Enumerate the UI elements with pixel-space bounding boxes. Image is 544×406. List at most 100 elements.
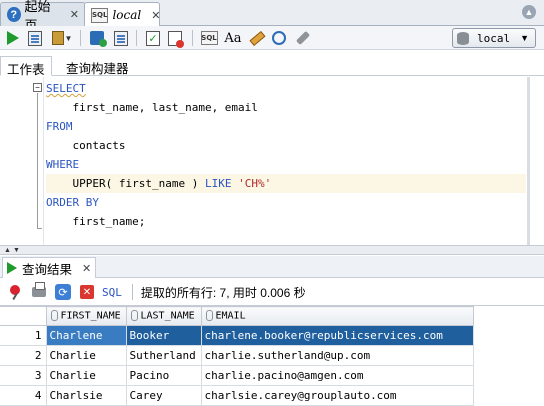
- tab-query-builder[interactable]: 查询构建器: [60, 56, 135, 76]
- connection-value: local: [477, 31, 511, 45]
- fetch-status: 提取的所有行: 7, 用时 0.006 秒: [140, 285, 306, 300]
- editor-scrollbar[interactable]: [527, 77, 530, 245]
- wrench-icon: [295, 30, 311, 46]
- table-row[interactable]: 2 Charlie Sutherland charlie.sutherland@…: [0, 345, 474, 366]
- run-script-button[interactable]: [26, 29, 44, 47]
- cell-last-name[interactable]: Booker: [125, 325, 202, 346]
- pin-icon: [10, 285, 20, 295]
- sql-editor[interactable]: − SELECT first_name, last_name, email FRO…: [0, 77, 544, 245]
- commit-button[interactable]: [88, 29, 107, 47]
- row-number: 2: [0, 345, 47, 366]
- results-toolbar: ⟳ ✕ SQL 提取的所有行: 7, 用时 0.006 秒: [0, 279, 544, 305]
- sort-icon: [130, 310, 138, 322]
- run-statement-button[interactable]: [4, 29, 22, 47]
- column-header-last-name[interactable]: LAST_NAME: [125, 306, 202, 326]
- document-tab-bar: ? 起始页 ✕ SQL local ✕ ▲: [0, 0, 544, 33]
- tab-label: local: [112, 8, 142, 22]
- column-header-label: FIRST_NAME: [60, 310, 121, 322]
- code-line[interactable]: first_name;: [46, 212, 526, 231]
- tune-button[interactable]: [294, 29, 312, 47]
- commit-icon: [90, 31, 107, 47]
- clear-icon: [168, 30, 184, 48]
- cancel-query-button[interactable]: ✕: [78, 283, 96, 301]
- code-line[interactable]: FROM: [46, 117, 526, 136]
- column-header-first-name[interactable]: FIRST_NAME: [45, 306, 127, 326]
- chevron-down-icon: ▼: [64, 33, 73, 43]
- code-line[interactable]: contacts: [46, 136, 526, 155]
- cell-email[interactable]: charlsie.carey@grouplauto.com: [200, 385, 474, 406]
- sort-icon: [205, 310, 213, 322]
- check-icon: ✓: [146, 30, 160, 46]
- code-token: LIKE: [204, 177, 232, 190]
- toolbar-separator: [136, 30, 137, 46]
- close-icon[interactable]: ✕: [82, 262, 91, 275]
- cell-email[interactable]: charlene.booker@republicservices.com: [200, 325, 474, 346]
- cell-email[interactable]: charlie.pacino@amgen.com: [200, 365, 474, 386]
- print-button[interactable]: [30, 282, 48, 301]
- row-number: 4: [0, 385, 47, 406]
- script-icon: [28, 30, 42, 46]
- tab-start-page[interactable]: ? 起始页 ✕: [0, 0, 86, 33]
- autotrace-button[interactable]: ▼: [50, 29, 74, 47]
- fold-guide: [37, 93, 38, 229]
- clear-button[interactable]: [166, 29, 184, 48]
- editor-sub-tabs: 工作表 查询构建器: [0, 56, 544, 77]
- sql-history-button[interactable]: SQL: [200, 29, 218, 47]
- rollback-icon: [114, 30, 128, 46]
- cell-last-name[interactable]: Carey: [125, 385, 202, 406]
- code-token: contacts: [46, 139, 126, 152]
- toolbar-separator: [192, 30, 193, 46]
- fold-guide-end: [37, 228, 42, 229]
- check-syntax-button[interactable]: ✓: [144, 29, 162, 47]
- cancel-icon: ✕: [80, 285, 94, 299]
- table-row[interactable]: 1 Charlene Booker charlene.booker@republ…: [0, 325, 474, 346]
- chevron-down-icon: ▼: [520, 33, 529, 43]
- cell-last-name[interactable]: Pacino: [125, 365, 202, 386]
- worksheet-toolbar: ▼ ✓ SQL Aa local ▼: [0, 26, 544, 50]
- collapse-down-icon[interactable]: ▼: [13, 247, 20, 254]
- column-header-email[interactable]: EMAIL: [200, 306, 474, 326]
- column-header-label: EMAIL: [215, 310, 246, 322]
- cell-email[interactable]: charlie.sutherland@up.com: [200, 345, 474, 366]
- code-line[interactable]: ORDER BY: [46, 193, 526, 212]
- code-line[interactable]: first_name, last_name, email: [46, 98, 526, 117]
- table-row[interactable]: 4 Charlsie Carey charlsie.carey@grouplau…: [0, 385, 474, 406]
- freeze-view-button[interactable]: [6, 283, 24, 301]
- cell-first-name[interactable]: Charlie: [45, 345, 127, 366]
- code-line[interactable]: WHERE: [46, 155, 526, 174]
- close-icon[interactable]: ✕: [151, 9, 160, 22]
- toolbar-separator: [80, 30, 81, 46]
- refresh-button[interactable]: ⟳: [54, 283, 72, 301]
- restore-window-icon[interactable]: ▲: [522, 5, 536, 19]
- code-line[interactable]: UPPER( first_name ) LIKE 'CH%': [46, 174, 526, 193]
- collapse-up-icon[interactable]: ▲: [4, 247, 11, 254]
- eraser-button[interactable]: [248, 29, 266, 47]
- explain-plan-button[interactable]: [270, 29, 288, 47]
- cell-last-name[interactable]: Sutherland: [125, 345, 202, 366]
- tab-query-result[interactable]: 查询结果 ✕: [2, 257, 97, 278]
- tab-local-worksheet[interactable]: SQL local ✕: [84, 2, 160, 27]
- cell-first-name[interactable]: Charlie: [45, 365, 127, 386]
- to-upper-lower-button[interactable]: Aa: [224, 29, 242, 47]
- rollback-button[interactable]: [112, 29, 130, 47]
- tab-label: 查询结果: [22, 262, 73, 277]
- row-number: 3: [0, 365, 47, 386]
- fold-collapse-icon[interactable]: −: [33, 83, 42, 92]
- code-token: 'CH%': [238, 177, 272, 190]
- column-header-label: LAST_NAME: [140, 310, 195, 322]
- connection-select[interactable]: local ▼: [452, 28, 536, 48]
- tab-worksheet[interactable]: 工作表: [0, 56, 52, 77]
- code-token: first_name, last_name, email: [46, 101, 258, 114]
- table-row[interactable]: 3 Charlie Pacino charlie.pacino@amgen.co…: [0, 365, 474, 386]
- cell-first-name[interactable]: Charlsie: [45, 385, 127, 406]
- eraser-icon: [249, 30, 265, 46]
- close-icon[interactable]: ✕: [70, 8, 79, 21]
- panel-splitter[interactable]: ▲ ▼: [0, 245, 544, 255]
- code-area[interactable]: SELECT first_name, last_name, email FROM …: [46, 79, 526, 231]
- results-grid[interactable]: FIRST_NAME LAST_NAME EMAIL 1 Charlene Bo…: [0, 305, 544, 406]
- cell-first-name[interactable]: Charlene: [45, 325, 127, 346]
- code-token: WHERE: [46, 158, 80, 171]
- sql-button[interactable]: SQL: [102, 286, 122, 299]
- code-line[interactable]: SELECT: [46, 79, 526, 98]
- sql-worksheet-icon: SQL: [91, 7, 109, 23]
